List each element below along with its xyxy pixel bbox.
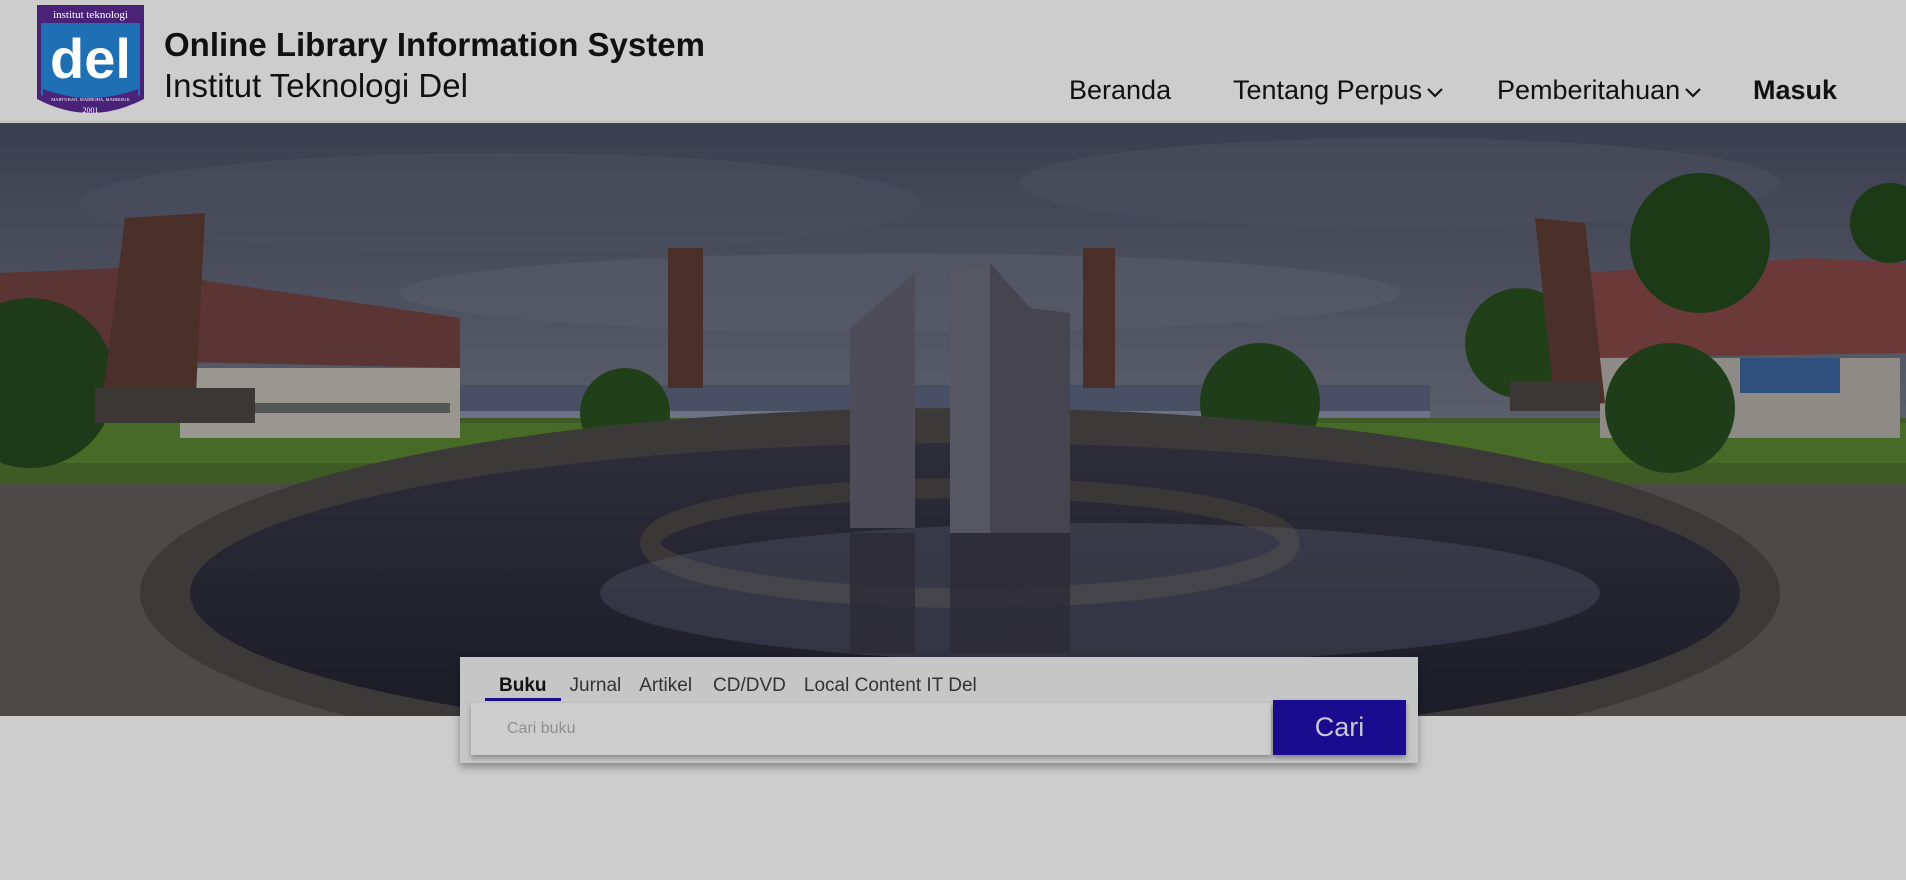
institute-logo[interactable]: institut teknologi del MARTUHAN, MARROHA…	[35, 3, 146, 119]
hero-banner-image	[0, 123, 1906, 716]
nav-beranda-label: Beranda	[1069, 74, 1172, 105]
tab-cd-dvd[interactable]: CD/DVD	[701, 671, 795, 701]
chevron-down-icon	[1685, 88, 1701, 98]
tab-artikel[interactable]: Artikel	[630, 671, 701, 701]
search-button[interactable]: Cari	[1273, 700, 1406, 755]
site-subtitle: Institut Teknologi Del	[164, 67, 468, 104]
nav-beranda[interactable]: Beranda	[1069, 70, 1171, 110]
nav-masuk-label: Masuk	[1753, 74, 1838, 105]
tab-jurnal[interactable]: Jurnal	[561, 671, 631, 701]
nav-masuk[interactable]: Masuk	[1753, 70, 1837, 110]
tab-buku[interactable]: Buku	[485, 671, 561, 701]
search-panel: Buku Jurnal Artikel CD/DVD Local Content…	[460, 657, 1418, 763]
svg-text:2001: 2001	[83, 106, 99, 115]
tab-local-content[interactable]: Local Content IT Del	[795, 671, 986, 701]
site-title: Online Library Information System	[164, 26, 705, 63]
nav-pemberitahuan-label: Pemberitahuan	[1497, 74, 1681, 105]
nav-pemberitahuan[interactable]: Pemberitahuan	[1497, 70, 1702, 110]
nav-tentang-perpus-label: Tentang Perpus	[1233, 74, 1423, 105]
chevron-down-icon	[1427, 88, 1443, 98]
svg-text:del: del	[50, 27, 131, 90]
svg-text:institut teknologi: institut teknologi	[53, 9, 128, 21]
site-header: institut teknologi del MARTUHAN, MARROHA…	[0, 0, 1906, 122]
nav-tentang-perpus[interactable]: Tentang Perpus	[1233, 70, 1444, 110]
search-tabs: Buku Jurnal Artikel CD/DVD Local Content…	[485, 671, 986, 701]
search-input[interactable]	[471, 703, 1271, 755]
